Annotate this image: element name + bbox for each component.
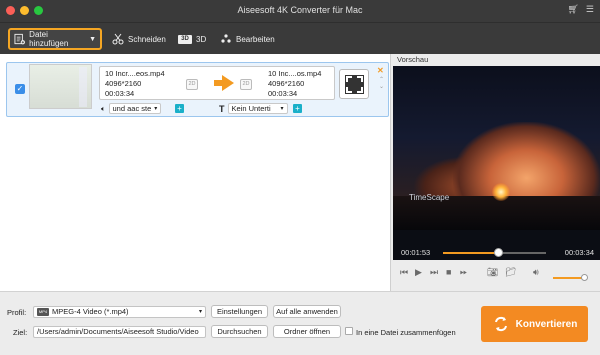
volume-icon[interactable]: 🔊︎: [533, 267, 539, 278]
folder-icon[interactable]: 📁︎: [505, 267, 516, 278]
audio-track-value: und aac ste: [112, 104, 152, 113]
seek-progress: [443, 252, 498, 254]
reorder-icon[interactable]: ⌃ ⌄: [379, 77, 384, 91]
file-list: ✓ 10 Incr....eos.mp4 4096*2160 00:03:34 …: [0, 54, 391, 291]
chevron-down-icon: ▾: [280, 106, 284, 112]
video-thumbnail[interactable]: [29, 64, 92, 109]
add-subtitle-button[interactable]: +: [293, 104, 302, 113]
preview-campfire: [492, 183, 510, 201]
window-title: Aiseesoft 4K Converter für Mac: [237, 5, 363, 15]
app-window: Aiseesoft 4K Converter für Mac 🛒︎ ☰ Date…: [0, 0, 600, 355]
source-filename: 10 Incr....eos.mp4: [105, 69, 165, 78]
chevron-down-icon[interactable]: ▼: [89, 36, 96, 43]
seek-handle[interactable]: [493, 248, 503, 257]
remove-item-icon[interactable]: ✕: [377, 66, 384, 75]
cut-label: Schneiden: [128, 34, 166, 44]
target-path-field[interactable]: /Users/admin/Documents/Aiseesoft Studio/…: [33, 326, 206, 338]
next-icon[interactable]: ⏭︎: [430, 267, 438, 278]
add-file-button[interactable]: Datei hinzufügen ▼: [8, 28, 102, 50]
add-file-icon: [14, 33, 25, 45]
text-icon: T: [219, 103, 225, 114]
3d-label: 3D: [196, 34, 207, 44]
merge-checkbox[interactable]: [345, 327, 353, 335]
output-2d-badge: 2D: [240, 79, 252, 90]
file-info-box: 10 Incr....eos.mp4 4096*2160 00:03:34 2D…: [99, 66, 335, 100]
seek-bar[interactable]: [443, 248, 546, 257]
audio-track-select[interactable]: 🔈︎ und aac ste ▾: [101, 103, 162, 114]
merge-label: In eine Datei zusammenfügen: [356, 328, 456, 337]
cart-icon[interactable]: 🛒︎: [567, 4, 578, 15]
edit-effects-icon: [221, 34, 231, 43]
player-controls: ⏮︎ ▶︎ ⏭︎ ■ ⏩︎ 📷︎ 📁︎ 🔊︎: [393, 262, 600, 286]
preview-rock: [453, 122, 600, 202]
toolbar: Datei hinzufügen ▼ Schneiden 3D 3D Bearb…: [0, 22, 600, 54]
subtitle-value: Kein Unterti: [231, 104, 271, 113]
source-2d-badge: 2D: [186, 79, 198, 90]
target-label: Ziel:: [13, 328, 28, 337]
edit-label: Bearbeiten: [236, 34, 275, 44]
profile-label: Profil:: [7, 308, 27, 317]
stop-icon[interactable]: ■: [446, 267, 451, 277]
convert-icon: [494, 316, 507, 332]
item-checkbox[interactable]: ✓: [15, 84, 25, 94]
scissors-icon: [112, 33, 124, 45]
source-duration: 00:03:34: [105, 89, 135, 98]
profile-select[interactable]: MP4 MPEG-4 Video (*.mp4) ▾: [33, 306, 206, 318]
chevron-down-icon: ▾: [198, 309, 202, 315]
fast-forward-icon[interactable]: ⏩︎: [460, 267, 467, 278]
edit-button[interactable]: Bearbeiten: [220, 28, 275, 50]
title-bar: Aiseesoft 4K Converter für Mac 🛒︎ ☰: [0, 0, 600, 22]
total-time: 00:03:34: [564, 248, 594, 257]
snapshot-icon[interactable]: 📷︎: [487, 267, 498, 278]
3d-button[interactable]: 3D 3D: [178, 28, 206, 50]
open-folder-button[interactable]: Ordner öffnen: [273, 325, 341, 338]
current-time: 00:01:53: [401, 248, 431, 257]
output-settings-button[interactable]: [339, 69, 369, 99]
preview-watermark: TimeScape: [409, 193, 450, 202]
output-filename: 10 Inc....os.mp4: [268, 69, 322, 78]
volume-slider[interactable]: [553, 274, 589, 281]
source-resolution: 4096*2160: [105, 79, 142, 88]
speaker-icon: 🔈︎: [101, 103, 106, 113]
add-audio-button[interactable]: +: [175, 104, 184, 113]
3d-icon: 3D: [178, 34, 192, 44]
convert-label: Konvertieren: [515, 318, 578, 330]
convert-arrow-icon: [214, 75, 234, 91]
profile-value: MPEG-4 Video (*.mp4): [52, 307, 129, 316]
add-file-label: Datei hinzufügen: [29, 30, 69, 48]
play-icon[interactable]: ▶︎: [415, 267, 422, 278]
previous-icon[interactable]: ⏮︎: [400, 267, 408, 278]
film-icon: [345, 75, 364, 94]
title-icons: 🛒︎ ☰: [567, 4, 594, 15]
file-list-item[interactable]: ✓ 10 Incr....eos.mp4 4096*2160 00:03:34 …: [6, 62, 389, 117]
menu-icon[interactable]: ☰: [586, 4, 594, 15]
subtitle-select[interactable]: T Kein Unterti ▾: [219, 103, 288, 114]
mp4-format-icon: MP4: [37, 308, 49, 317]
settings-button[interactable]: Einstellungen: [211, 305, 268, 318]
cut-button[interactable]: Schneiden: [112, 28, 166, 50]
output-resolution: 4096*2160: [268, 79, 305, 88]
preview-label: Vorschau: [397, 55, 429, 64]
apply-to-all-button[interactable]: Auf alle anwenden: [273, 305, 341, 318]
video-preview[interactable]: TimeScape 00:01:53 00:03:34: [393, 66, 600, 260]
output-duration: 00:03:34: [268, 89, 298, 98]
convert-button[interactable]: Konvertieren: [481, 306, 588, 342]
browse-button[interactable]: Durchsuchen: [211, 325, 268, 338]
chevron-down-icon: ▾: [154, 106, 158, 112]
